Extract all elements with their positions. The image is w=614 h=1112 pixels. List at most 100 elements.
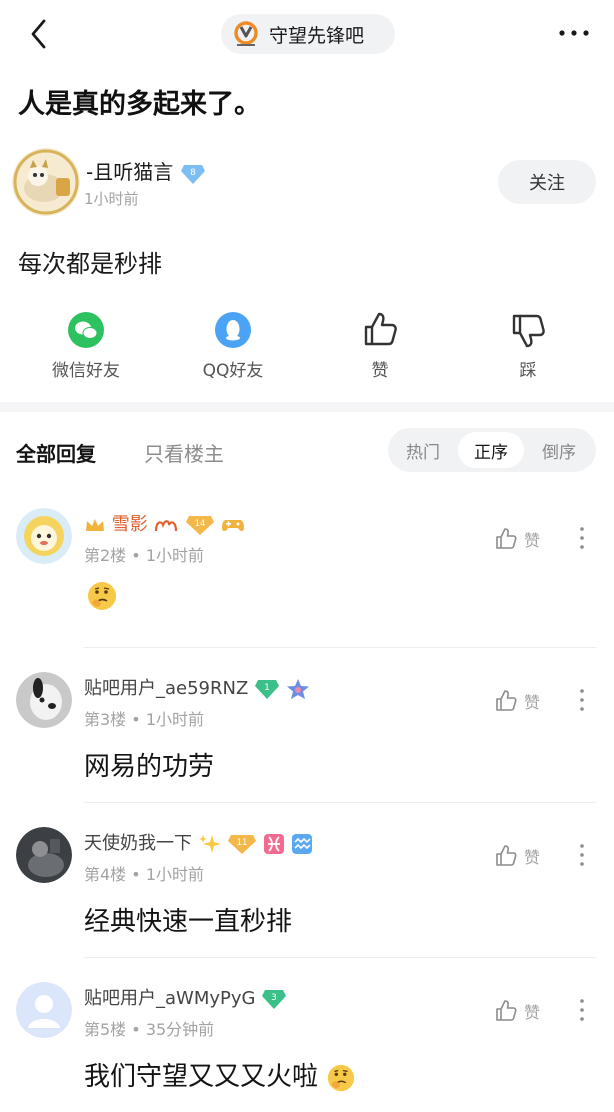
qq-icon — [215, 312, 251, 348]
back-arrow-icon[interactable] — [22, 16, 58, 52]
reply-more-icon[interactable] — [576, 996, 588, 1024]
dislike-label: 踩 — [519, 361, 537, 381]
reply-avatar-image — [16, 827, 72, 883]
thinking-emoji-icon — [88, 582, 116, 610]
reply-author-row: 贴吧用户_aWMyPyG 3 — [84, 984, 287, 1010]
level-badge-icon: 8 — [180, 164, 205, 184]
reply-level: 14 — [195, 519, 206, 529]
reply-level: 3 — [271, 993, 277, 1003]
tab-all-replies[interactable]: 全部回复 — [16, 438, 96, 467]
share-qq-button[interactable]: QQ好友 — [173, 308, 293, 381]
reply-separator — [84, 802, 596, 803]
reply-author-row: 天使奶我一下 11 — [84, 829, 313, 855]
reply-more-icon[interactable] — [576, 686, 588, 714]
reply-floor: 第3楼 — [84, 710, 127, 729]
author-post-time: 1小时前 — [84, 190, 139, 208]
reply-time: 1小时前 — [145, 710, 204, 729]
level-badge-icon: 14 — [186, 516, 215, 535]
reply-level: 1 — [264, 683, 270, 693]
like-label: 赞 — [371, 361, 389, 381]
post-body: 每次都是秒排 — [18, 250, 162, 278]
reply-more-icon[interactable] — [576, 841, 588, 869]
reply-time: 35分钟前 — [145, 1020, 215, 1039]
level-badge-icon: 3 — [262, 990, 287, 1009]
reply-author-row: 贴吧用户_ae59RNZ 1 — [84, 674, 310, 700]
thumbs-up-icon — [496, 528, 517, 549]
default-avatar-icon — [16, 982, 72, 1038]
reply-like-label: 赞 — [524, 848, 541, 867]
reply-author-name[interactable]: 贴吧用户_ae59RNZ — [84, 678, 248, 699]
reply-separator — [84, 957, 596, 958]
meta-separator: • — [131, 710, 141, 729]
reply-author-name[interactable]: 雪影 — [112, 514, 148, 535]
author-name[interactable]: -且听猫言 — [86, 160, 173, 184]
gamepad-icon — [221, 520, 244, 531]
meta-separator: • — [131, 865, 141, 884]
like-button[interactable]: 赞 — [320, 308, 440, 381]
reply-time: 1小时前 — [145, 546, 204, 565]
reply-like-button[interactable]: 赞 — [494, 526, 550, 552]
reply-avatar[interactable] — [16, 827, 72, 883]
vip-m-icon — [155, 520, 178, 532]
reply-like-button[interactable]: 赞 — [494, 688, 550, 714]
reply-time: 1小时前 — [145, 865, 204, 884]
tab-host-only[interactable]: 只看楼主 — [144, 438, 224, 467]
reply-floor: 第4楼 — [84, 865, 127, 884]
wechat-icon — [68, 312, 104, 348]
author-avatar-image — [12, 148, 80, 216]
author-avatar[interactable] — [12, 148, 80, 216]
reply-author-name[interactable]: 天使奶我一下 — [84, 833, 192, 854]
level-badge-icon: 1 — [255, 680, 280, 699]
crown-icon — [86, 519, 104, 531]
reply-separator — [84, 647, 596, 648]
author-level: 8 — [190, 168, 196, 178]
post-title: 人是真的多起来了。 — [18, 89, 261, 120]
reply-avatar-image — [16, 508, 72, 564]
star-medal-icon — [286, 679, 309, 699]
sparkles-icon — [198, 835, 221, 853]
reply-like-button[interactable]: 赞 — [494, 998, 550, 1024]
reply-text: 网易的功劳 — [84, 752, 215, 782]
thumbs-up-icon — [496, 1000, 517, 1021]
follow-button[interactable]: 关注 — [498, 160, 596, 204]
forum-name: 守望先锋吧 — [269, 24, 365, 47]
dislike-button[interactable]: 踩 — [468, 308, 588, 381]
reply-avatar-image — [16, 672, 72, 728]
reply-meta: 第5楼 • 35分钟前 — [84, 1016, 214, 1040]
reply-more-icon[interactable] — [576, 524, 588, 552]
aquarius-icon — [291, 834, 312, 854]
level-badge-icon: 11 — [228, 835, 257, 854]
reply-text: 我们守望又又又火啦 — [84, 1062, 319, 1092]
meta-separator: • — [131, 1020, 141, 1039]
pisces-icon — [264, 834, 285, 854]
thumbs-up-icon — [496, 690, 517, 711]
reply-text-row: 我们守望又又又火啦 — [84, 1056, 356, 1093]
meta-separator: • — [131, 546, 141, 565]
share-wechat-button[interactable]: 微信好友 — [26, 308, 146, 381]
thumbs-up-icon — [496, 845, 517, 866]
reply-text: 经典快速一直秒排 — [84, 907, 293, 937]
sort-ascending-option[interactable]: 正序 — [458, 432, 524, 468]
reply-avatar[interactable] — [16, 672, 72, 728]
reply-floor: 第2楼 — [84, 546, 127, 565]
sort-hot-option[interactable]: 热门 — [390, 432, 456, 468]
reply-meta: 第3楼 • 1小时前 — [84, 706, 204, 730]
reply-avatar[interactable] — [16, 508, 72, 564]
share-qq-label: QQ好友 — [202, 361, 264, 381]
section-divider — [0, 402, 614, 412]
reply-avatar[interactable] — [16, 982, 72, 1038]
overwatch-logo-icon — [234, 21, 258, 46]
author-name-row: -且听猫言 8 — [86, 156, 206, 185]
share-wechat-label: 微信好友 — [52, 361, 120, 381]
thumbs-up-icon — [364, 312, 397, 346]
reply-like-button[interactable]: 赞 — [494, 843, 550, 869]
sort-descending-option[interactable]: 倒序 — [526, 432, 592, 468]
top-bar: 守望先锋吧 — [0, 0, 614, 70]
forum-entry-button[interactable]: 守望先锋吧 — [221, 14, 395, 54]
reply-author-name[interactable]: 贴吧用户_aWMyPyG — [84, 988, 255, 1009]
reply-meta: 第4楼 • 1小时前 — [84, 861, 204, 885]
reply-like-label: 赞 — [524, 693, 541, 712]
more-options-icon[interactable] — [556, 18, 592, 48]
reply-meta: 第2楼 • 1小时前 — [84, 542, 204, 566]
reply-like-label: 赞 — [524, 1003, 541, 1022]
